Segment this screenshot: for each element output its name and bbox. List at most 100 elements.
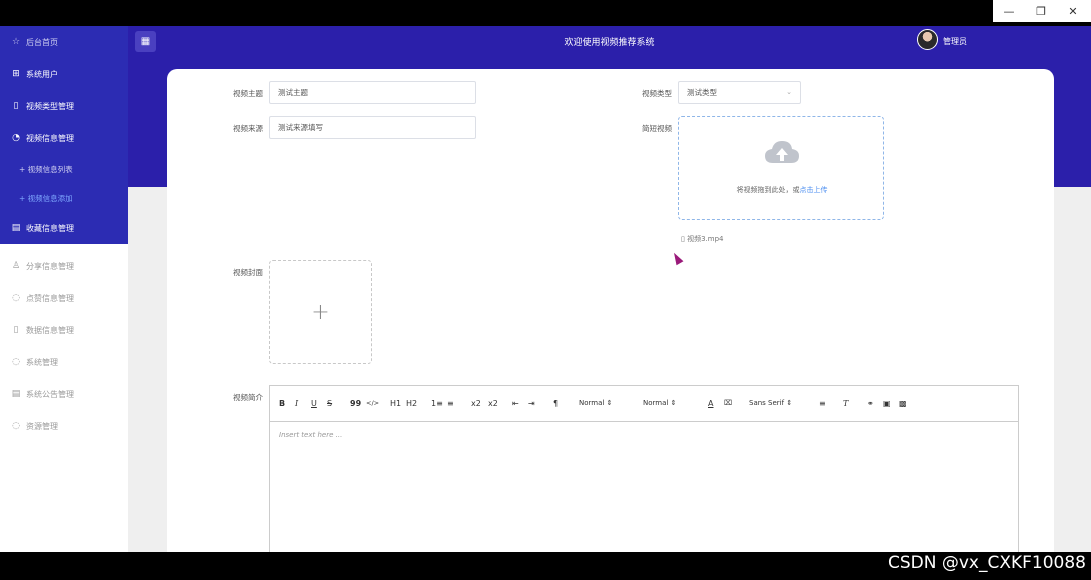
superscript-button[interactable]: x2 (488, 399, 498, 408)
strike-button[interactable]: S (327, 399, 332, 408)
avatar[interactable] (917, 29, 938, 50)
sidebar-item-system[interactable]: ◌ 系统管理 (0, 350, 128, 374)
upload-hint: 将视频拖到此处，或点击上传 (679, 185, 885, 195)
background-color-icon[interactable]: ⌧ (724, 399, 732, 407)
code-button[interactable]: </> (366, 399, 379, 407)
sidebar-subitem-video-add[interactable]: + 视频信息添加 (0, 186, 128, 210)
size-select-1-value: Normal (579, 399, 605, 407)
subscript-button[interactable]: x2 (471, 399, 481, 408)
sidebar-item-label: 后台首页 (26, 37, 58, 47)
image-icon[interactable]: ▣ (883, 399, 891, 408)
clear-format-icon[interactable]: T (843, 399, 848, 408)
uploaded-file-name: 视频3.mp4 (687, 235, 724, 243)
sidebar-item-video-info[interactable]: ◔ 视频信息管理 (0, 126, 128, 150)
h1-button[interactable]: H1 (390, 399, 401, 408)
indent-button[interactable]: ⇥ (528, 399, 535, 408)
close-button[interactable]: ✕ (1057, 0, 1089, 22)
sidebar-item-label: 分享信息管理 (26, 261, 74, 271)
sidebar-item-favorites[interactable]: ▤ 收藏信息管理 (0, 216, 128, 240)
watermark: CSDN @vx_CXKF10088 (887, 553, 1086, 573)
source-label: 视频来源 (233, 124, 263, 133)
chat-icon: ◌ (12, 293, 20, 303)
size-select-1[interactable]: Normal ⇕ (579, 399, 612, 407)
grid-icon: ⊞ (12, 69, 20, 79)
chat-icon: ◌ (12, 421, 20, 431)
sidebar-item-announcements[interactable]: ▤ 系统公告管理 (0, 382, 128, 406)
rich-text-editor[interactable]: B I U S 99 </> H1 H2 1≡ ≡ x2 x2 ⇤ ⇥ ¶ No… (269, 385, 1019, 552)
size-select-2-value: Normal (643, 399, 669, 407)
up-down-icon: ⇕ (670, 399, 677, 407)
bullet-list-button[interactable]: ≡ (447, 399, 454, 408)
editor-placeholder[interactable]: Insert text here ... (279, 431, 342, 439)
document-icon: ▯ (13, 325, 19, 335)
window-controls: — ❐ ✕ (993, 0, 1091, 22)
calendar-icon: ▤ (11, 389, 21, 399)
size-select-2[interactable]: Normal ⇕ (643, 399, 676, 407)
bold-button[interactable]: B (279, 399, 285, 408)
file-icon: ▯ (681, 235, 685, 243)
sidebar-item-label: + 视频信息添加 (19, 193, 73, 203)
topic-input[interactable]: 测试主题 (269, 81, 476, 104)
link-icon[interactable]: ⚭ (867, 399, 874, 408)
italic-button[interactable]: I (295, 399, 298, 408)
video-icon[interactable]: ▩ (899, 399, 907, 408)
document-icon: ▯ (13, 101, 19, 111)
user-name[interactable]: 管理员 (943, 36, 967, 47)
star-icon: ☆ (11, 37, 21, 47)
sidebar-item-shares[interactable]: ♙ 分享信息管理 (0, 254, 128, 278)
sidebar-item-label: 数据信息管理 (26, 325, 74, 335)
calendar-icon: ▤ (11, 223, 21, 233)
upload-hint-text: 将视频拖到此处，或 (736, 186, 800, 194)
cover-label: 视频封面 (233, 268, 263, 277)
type-select-value: 测试类型 (687, 88, 717, 97)
sidebar-item-video-type[interactable]: ▯ 视频类型管理 (0, 94, 128, 118)
chevron-down-icon: ⌄ (786, 88, 792, 96)
chat-icon: ◌ (12, 357, 20, 367)
sidebar: ☆ 后台首页 ⊞ 系统用户 ▯ 视频类型管理 ◔ 视频信息管理 + 视频信息列表… (0, 26, 128, 552)
uploaded-file[interactable]: ▯ 视频3.mp4 (681, 234, 724, 244)
sidebar-item-label: 系统管理 (26, 357, 58, 367)
sidebar-item-label: 收藏信息管理 (26, 223, 74, 233)
video-upload-dropzone[interactable]: 将视频拖到此处，或点击上传 (678, 116, 884, 220)
editor-toolbar: B I U S 99 </> H1 H2 1≡ ≡ x2 x2 ⇤ ⇥ ¶ No… (270, 386, 1018, 422)
plus-icon: + (311, 299, 330, 325)
text-color-icon[interactable]: A (708, 399, 713, 408)
sidebar-item-label: 视频类型管理 (26, 101, 74, 111)
form-card: 视频主题 测试主题 视频来源 测试来源填写 视频类型 测试类型 ⌄ 简短视频 将… (167, 69, 1054, 552)
sidebar-item-label: + 视频信息列表 (19, 164, 73, 174)
sidebar-item-users[interactable]: ⊞ 系统用户 (0, 62, 128, 86)
align-icon[interactable]: ≡ (819, 399, 826, 408)
minimize-button[interactable]: — (993, 0, 1025, 22)
footer-bar: CSDN @vx_CXKF10088 (0, 552, 1091, 580)
font-select[interactable]: Sans Serif ⇕ (749, 399, 792, 407)
blockquote-button[interactable]: 99 (350, 399, 361, 408)
app: ☆ 后台首页 ⊞ 系统用户 ▯ 视频类型管理 ◔ 视频信息管理 + 视频信息列表… (0, 26, 1091, 552)
cloud-upload-icon (765, 141, 799, 163)
sidebar-subitem-video-list[interactable]: + 视频信息列表 (0, 157, 128, 181)
sidebar-item-likes[interactable]: ◌ 点赞信息管理 (0, 286, 128, 310)
restore-button[interactable]: ❐ (1025, 0, 1057, 22)
underline-button[interactable]: U (311, 399, 317, 408)
font-select-value: Sans Serif (749, 399, 785, 407)
window-titlebar: — ❐ ✕ (0, 0, 1091, 26)
type-select[interactable]: 测试类型 ⌄ (678, 81, 801, 104)
sidebar-item-home[interactable]: ☆ 后台首页 (0, 30, 128, 54)
h2-button[interactable]: H2 (406, 399, 417, 408)
cover-upload-button[interactable]: + (269, 260, 372, 364)
sidebar-item-label: 资源管理 (26, 421, 58, 431)
sidebar-item-data[interactable]: ▯ 数据信息管理 (0, 318, 128, 342)
ordered-list-button[interactable]: 1≡ (431, 399, 443, 408)
type-label: 视频类型 (642, 89, 672, 98)
sidebar-item-label: 视频信息管理 (26, 133, 74, 143)
upload-link[interactable]: 点击上传 (800, 186, 828, 194)
topic-label: 视频主题 (233, 89, 263, 98)
outdent-button[interactable]: ⇤ (512, 399, 519, 408)
upload-label: 简短视频 (642, 124, 672, 133)
text-direction-button[interactable]: ¶ (553, 399, 558, 408)
sidebar-item-label: 系统用户 (26, 69, 58, 79)
sidebar-item-label: 系统公告管理 (26, 389, 74, 399)
sidebar-item-resources[interactable]: ◌ 资源管理 (0, 414, 128, 438)
user-icon: ♙ (11, 261, 21, 271)
source-input[interactable]: 测试来源填写 (269, 116, 476, 139)
up-down-icon: ⇕ (786, 399, 793, 407)
